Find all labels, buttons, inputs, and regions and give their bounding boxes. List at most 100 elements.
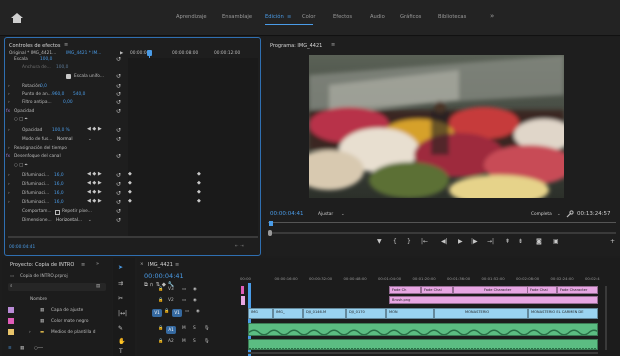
- track-v1-eye-icon[interactable]: ◉: [196, 309, 200, 314]
- reset-rotacion-icon[interactable]: ↺: [116, 83, 121, 90]
- fade-clip-5[interactable]: Fade Character: [557, 286, 598, 294]
- icon-view-icon[interactable]: ▦: [20, 346, 24, 351]
- difuminacion-2-keyframe-nav[interactable]: ◀ ◆ ▶: [87, 180, 102, 186]
- workspace-edicion[interactable]: Edición: [265, 14, 284, 20]
- reset-opacidad-icon[interactable]: ↺: [116, 127, 121, 134]
- fit-dropdown[interactable]: Ajustar: [318, 212, 333, 217]
- timeline-ruler[interactable]: 00:00 00:00:16:00 00:00:32:00 00:00:48:00 00…: [240, 270, 620, 282]
- track-a1-mute-icon[interactable]: M: [182, 326, 186, 331]
- lift-icon[interactable]: ⇞: [505, 238, 510, 245]
- timeline-menu-icon[interactable]: ≡: [175, 262, 179, 268]
- v1-clip-7[interactable]: MONASTERIO EL CARMEN DE: [528, 308, 598, 319]
- opacidad-value[interactable]: 100,0 %: [52, 128, 70, 133]
- v1-clip-1[interactable]: IMG: [248, 308, 273, 319]
- reset-difuminacion-3-icon[interactable]: ↺: [116, 190, 121, 197]
- step-forward-icon[interactable]: |▶: [471, 238, 478, 245]
- workspace-efectos[interactable]: Efectos: [333, 14, 352, 20]
- track-v3-eye-icon[interactable]: ◉: [193, 287, 197, 292]
- selection-tool-icon[interactable]: ➤: [118, 264, 123, 271]
- project-more-icon[interactable]: »: [96, 261, 99, 267]
- sequence-clip-label[interactable]: IMG_4421 * IM...: [66, 51, 101, 56]
- list-view-icon[interactable]: ≡: [8, 346, 12, 351]
- difuminacion-3-value[interactable]: 16,0: [54, 191, 64, 196]
- program-video-frame[interactable]: [309, 55, 564, 198]
- timeline-timecode[interactable]: 00:00:04:41: [144, 272, 184, 280]
- workspace-aprendizaje[interactable]: Aprendizaje: [176, 14, 207, 20]
- source-clip-label[interactable]: Original * IMG_4421...: [9, 51, 56, 56]
- workspace-audio[interactable]: Audio: [370, 14, 385, 20]
- dimensiones-select[interactable]: Horizontal...: [56, 218, 82, 223]
- go-to-in-icon[interactable]: |←: [421, 238, 428, 245]
- track-a2-mute-icon[interactable]: M: [182, 339, 186, 344]
- item-2-color-label[interactable]: [8, 318, 14, 324]
- rotacion-value[interactable]: 0,0: [40, 84, 47, 89]
- reset-difuminacion-2-icon[interactable]: ↺: [116, 181, 121, 188]
- escala-uniforme-checkbox[interactable]: [66, 74, 71, 79]
- track-a1-label[interactable]: A1: [166, 326, 176, 334]
- track-v1-sync-icon[interactable]: ▭: [185, 309, 189, 314]
- item-3-expand-icon[interactable]: ›: [29, 330, 31, 335]
- difuminacion-4-value[interactable]: 16,0: [54, 200, 64, 205]
- project-menu-icon[interactable]: ≡: [81, 262, 85, 268]
- punto-value-x[interactable]: 960,0: [52, 92, 64, 97]
- program-ruler[interactable]: [268, 222, 616, 223]
- reset-escala-icon[interactable]: ↺: [116, 56, 121, 63]
- modo-dropdown-icon[interactable]: ⌄: [88, 137, 92, 142]
- zoom-slider-icon[interactable]: ○──: [34, 346, 43, 351]
- extract-icon[interactable]: ⇟: [518, 238, 523, 245]
- workspace-color[interactable]: Color: [302, 14, 316, 20]
- track-select-tool-icon[interactable]: ⇉: [118, 280, 123, 287]
- pencil-icon[interactable]: ✎: [118, 325, 123, 332]
- reset-filtro-icon[interactable]: ↺: [116, 99, 121, 106]
- effect-controls-title[interactable]: Controles de efectos: [9, 43, 60, 49]
- workspace-menu-icon[interactable]: ≡: [287, 14, 291, 20]
- kf-start-2[interactable]: ◆: [128, 180, 132, 186]
- opacidad-keyframe-nav[interactable]: ◀ ◆ ▶: [87, 126, 102, 132]
- project-name-column[interactable]: Nombre: [30, 297, 47, 302]
- track-v1-label[interactable]: V1: [172, 309, 182, 317]
- kf-start-3[interactable]: ◆: [128, 189, 132, 195]
- difuminacion-3-expand-icon[interactable]: ›: [8, 191, 10, 196]
- difuminacion-1-keyframe-nav[interactable]: ◀ ◆ ▶: [87, 171, 102, 177]
- wrench-icon[interactable]: [566, 210, 574, 218]
- item-1-name[interactable]: Capa de ajuste: [51, 308, 83, 313]
- home-icon[interactable]: [10, 11, 24, 25]
- effect-controls-menu-icon[interactable]: ≡: [64, 42, 68, 48]
- ec-timecode[interactable]: 00:00:04:41: [9, 245, 35, 250]
- opacidad-expand-icon[interactable]: ›: [8, 128, 10, 133]
- timeline-tab[interactable]: IMG_4421: [148, 262, 173, 268]
- mark-in-icon[interactable]: {: [393, 238, 397, 245]
- fade-clip-1[interactable]: Fade Ch: [389, 286, 421, 294]
- reset-uniforme-icon[interactable]: ↺: [116, 73, 121, 80]
- program-monitor-menu-icon[interactable]: ≡: [331, 42, 335, 48]
- modo-select[interactable]: Normal: [57, 137, 73, 142]
- kf-end-3[interactable]: ◆: [197, 189, 201, 195]
- reset-opacidad-group-icon[interactable]: ↺: [116, 108, 121, 115]
- dimensiones-dropdown-icon[interactable]: ⌄: [88, 218, 92, 223]
- track-v3-lock-icon[interactable]: 🔒: [158, 287, 163, 292]
- search-icon[interactable]: ⌕: [10, 284, 12, 289]
- track-a2-mic-icon[interactable]: 🎙: [204, 339, 209, 344]
- track-a1-mic-icon[interactable]: 🎙: [204, 326, 209, 331]
- quality-dropdown-icon[interactable]: ⌄: [557, 212, 561, 217]
- track-a1-solo-icon[interactable]: S: [193, 326, 196, 331]
- play-icon[interactable]: ▶: [458, 238, 463, 245]
- v3-start-clip[interactable]: [241, 286, 244, 294]
- anchura-value[interactable]: 100,0: [56, 65, 68, 70]
- kf-start-4[interactable]: ◆: [128, 198, 132, 204]
- camera-icon[interactable]: ◙: [536, 238, 542, 245]
- source-patch-v1[interactable]: V1: [152, 309, 162, 317]
- kf-end-1[interactable]: ◆: [197, 171, 201, 177]
- difuminacion-4-keyframe-nav[interactable]: ◀ ◆ ▶: [87, 198, 102, 204]
- new-bin-icon[interactable]: ▤: [96, 284, 100, 289]
- filtro-value[interactable]: 0,00: [63, 100, 73, 105]
- kf-end-2[interactable]: ◆: [197, 180, 201, 186]
- track-a1-lock-icon[interactable]: 🔒: [158, 326, 163, 331]
- timeline-scrollbar[interactable]: [248, 352, 598, 354]
- mask-shape-icons[interactable]: ○ □ ✒: [14, 117, 28, 122]
- difuminacion-1-expand-icon[interactable]: ›: [8, 173, 10, 178]
- track-v2-eye-icon[interactable]: ◉: [193, 298, 197, 303]
- workspace-ensamblaje[interactable]: Ensamblaje: [222, 14, 252, 20]
- item-3-name[interactable]: Medios de plantilla d: [51, 330, 96, 335]
- mark-out-icon[interactable]: }: [407, 238, 411, 245]
